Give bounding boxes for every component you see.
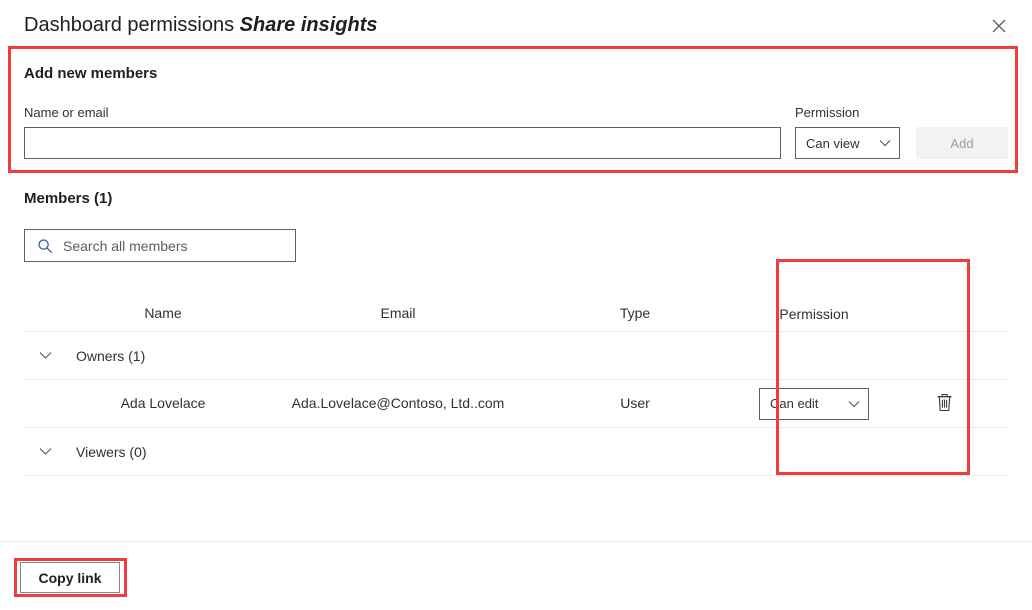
name-or-email-label: Name or email [24,105,109,120]
chevron-down-icon [879,139,891,147]
table-header-row: Name Email Type Permission [24,296,1008,332]
search-members-box[interactable] [24,229,296,262]
column-header-permission: Permission [779,305,849,322]
add-new-members-heading: Add new members [24,65,158,82]
copy-link-button[interactable]: Copy link [20,562,120,593]
search-members-input[interactable] [61,236,287,255]
page-title-main: Dashboard permissions [24,14,235,36]
new-member-permission-value: Can view [806,135,860,151]
search-icon [37,238,53,254]
member-permission-value: Can edit [770,396,819,411]
close-button[interactable] [983,10,1015,42]
members-table: Name Email Type Permission Owners (1) Ad… [24,296,1008,476]
member-email-cell: Ada.Lovelace@Contoso, Ltd..com [291,394,505,411]
group-toggle-owners[interactable] [24,351,66,360]
column-header-type: Type [619,304,651,321]
trash-icon [936,393,953,415]
group-label-owners: Owners (1) [76,347,146,364]
new-member-permission-dropdown[interactable]: Can view [795,127,900,159]
group-row-viewers[interactable]: Viewers (0) [24,428,1008,476]
members-heading: Members (1) [24,190,113,207]
page-title: Dashboard permissions Share insights [24,12,377,38]
add-new-members-section: Add new members Name or email Permission… [0,46,1032,172]
chevron-down-icon[interactable] [39,447,52,456]
member-name-cell: Ada Lovelace [120,394,206,411]
close-icon [992,19,1006,33]
group-label-viewers: Viewers (0) [76,443,147,460]
page-title-emphasis: Share insights [239,14,378,36]
table-row[interactable]: Ada Lovelace Ada.Lovelace@Contoso, Ltd..… [24,380,1008,428]
add-member-button[interactable]: Add [916,127,1008,159]
footer-divider [0,541,1032,542]
member-permission-dropdown[interactable]: Can edit [759,387,869,420]
name-or-email-input[interactable] [24,127,781,159]
delete-member-button[interactable] [932,389,957,419]
column-header-email: Email [380,304,416,321]
member-permission-cell: Can edit [734,387,894,420]
permission-label: Permission [795,105,860,120]
group-row-owners[interactable]: Owners (1) [24,332,1008,380]
column-header-name: Name [144,304,182,321]
chevron-down-icon [848,400,860,408]
member-type-cell: User [620,394,650,411]
group-toggle-viewers[interactable] [24,447,66,456]
chevron-down-icon[interactable] [39,351,52,360]
panel-header: Dashboard permissions Share insights [0,0,1032,46]
member-action-cell [894,389,994,419]
